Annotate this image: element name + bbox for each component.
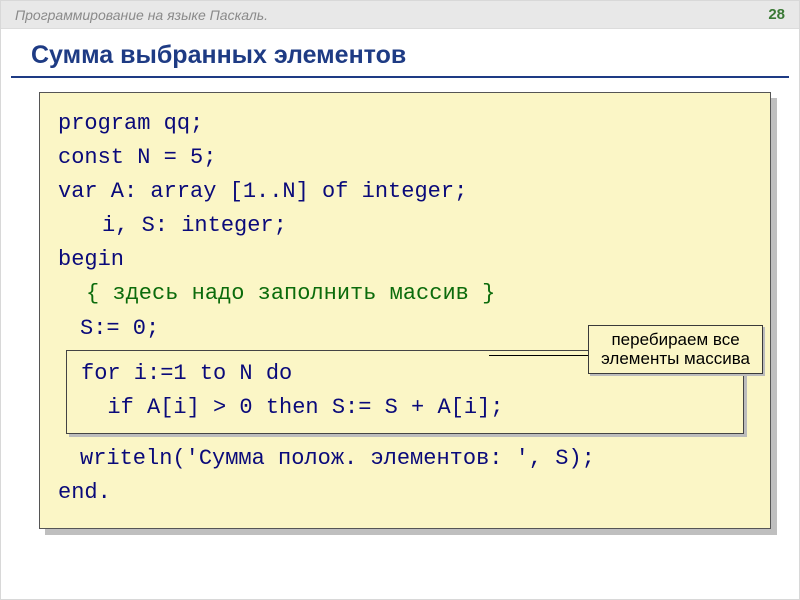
callout-label: перебираем все элементы массива xyxy=(588,325,763,374)
callout-connector xyxy=(489,355,599,356)
code-line: writeln('Сумма полож. элементов: ', S); xyxy=(58,442,752,476)
code-line: program qq; xyxy=(58,107,752,141)
code-box: program qq; const N = 5; var A: array [1… xyxy=(39,92,771,529)
code-line: if A[i] > 0 then S:= S + A[i]; xyxy=(81,391,733,425)
topbar: Программирование на языке Паскаль. 28 xyxy=(1,1,799,29)
highlight-box: перебираем все элементы массива for i:=1… xyxy=(66,350,744,434)
code-line: const N = 5; xyxy=(58,141,752,175)
code-line: i, S: integer; xyxy=(58,209,752,243)
slide: Программирование на языке Паскаль. 28 Су… xyxy=(0,0,800,600)
code-line: begin xyxy=(58,243,752,277)
callout-text-line: элементы массива xyxy=(601,349,750,369)
callout-text-line: перебираем все xyxy=(601,330,750,350)
code-block: program qq; const N = 5; var A: array [1… xyxy=(39,92,771,529)
code-line: end. xyxy=(58,476,752,510)
code-comment: { здесь надо заполнить массив } xyxy=(58,277,752,311)
slide-heading: Сумма выбранных элементов xyxy=(11,29,789,78)
topbar-title: Программирование на языке Паскаль. xyxy=(15,7,745,23)
page-number: 28 xyxy=(745,6,785,23)
code-line: var A: array [1..N] of integer; xyxy=(58,175,752,209)
